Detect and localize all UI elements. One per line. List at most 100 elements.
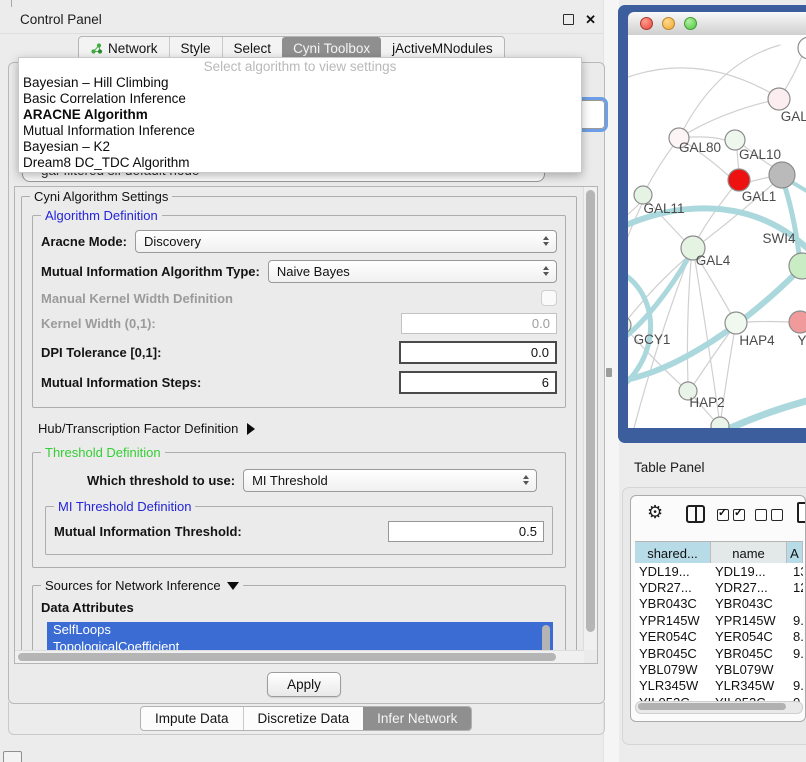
- table-cell: 9.: [787, 646, 803, 661]
- aracne-mode-combobox[interactable]: Discovery: [135, 230, 557, 253]
- column-layout-icon[interactable]: [686, 505, 705, 523]
- deselect-all-icon[interactable]: [755, 509, 783, 521]
- network-node-y[interactable]: [789, 311, 806, 333]
- select-all-icon[interactable]: [717, 509, 745, 521]
- mac-close-icon[interactable]: [640, 17, 653, 30]
- hub-definition-label: Hub/Transcription Factor Definition: [38, 421, 238, 436]
- mi-steps-input[interactable]: 6: [399, 371, 557, 394]
- network-node-label: GAL4: [696, 253, 731, 268]
- mac-zoom-icon[interactable]: [684, 17, 697, 30]
- tab-infer-network[interactable]: Infer Network: [363, 707, 471, 730]
- close-icon[interactable]: ✕: [585, 13, 596, 26]
- network-window-titlebar[interactable]: [628, 12, 806, 36]
- algorithm-option[interactable]: Bayesian – Hill Climbing: [19, 75, 581, 91]
- network-node-gal7[interactable]: [768, 88, 790, 110]
- tab-label: Style: [181, 41, 211, 56]
- network-edge[interactable]: [679, 45, 780, 138]
- table-row[interactable]: YDR27...YDR27...12: [635, 579, 803, 595]
- settings-horizontal-scrollbar-thumb[interactable]: [18, 653, 556, 661]
- manual-kernel-checkbox[interactable]: [541, 290, 557, 306]
- dpi-tolerance-label: DPI Tolerance [0,1]:: [41, 345, 161, 360]
- table-cell: YDR27...: [711, 580, 787, 595]
- which-threshold-label: Which threshold to use:: [87, 473, 235, 488]
- mi-algorithm-type-combobox[interactable]: Naive Bayes: [268, 260, 557, 283]
- table-cell: YER054C: [711, 629, 787, 644]
- network-node-label: HAP2: [689, 395, 724, 410]
- tab-impute-data[interactable]: Impute Data: [141, 707, 243, 730]
- tab-discretize-data[interactable]: Discretize Data: [243, 707, 364, 730]
- hub-definition-expander[interactable]: Hub/Transcription Factor Definition: [38, 421, 568, 436]
- table-cell: 13: [787, 564, 803, 579]
- dpi-tolerance-input[interactable]: 0.0: [399, 341, 557, 364]
- table-horizontal-scrollbar-thumb[interactable]: [638, 703, 786, 710]
- network-edge[interactable]: [628, 253, 691, 341]
- which-threshold-combobox[interactable]: MI Threshold: [243, 469, 537, 492]
- sources-title-row[interactable]: Sources for Network Inference: [41, 578, 243, 593]
- network-node-hap4[interactable]: [725, 312, 747, 334]
- network-edge[interactable]: [749, 177, 770, 182]
- mi-threshold-group-title: MI Threshold Definition: [54, 499, 195, 514]
- algorithm-option[interactable]: Bayesian – K2: [19, 139, 581, 155]
- algorithm-option[interactable]: Dream8 DC_TDC Algorithm: [19, 155, 581, 171]
- tab-label: Discretize Data: [258, 711, 350, 726]
- network-node-gal1[interactable]: [728, 169, 750, 191]
- table-row[interactable]: YBR045CYBR045C9.: [635, 645, 803, 661]
- network-canvas-svg: GAL7GAL80GAL10GAL1GAL11SWI4GAL4GCY1HAP4Y…: [628, 35, 806, 428]
- algorithm-option[interactable]: Basic Correlation Inference: [19, 91, 581, 107]
- network-edge[interactable]: [687, 260, 691, 383]
- mi-threshold-input[interactable]: 0.5: [388, 521, 544, 542]
- network-edge[interactable]: [747, 322, 789, 323]
- network-edge[interactable]: [628, 271, 798, 381]
- aracne-mode-value: Discovery: [144, 234, 201, 249]
- mi-algorithm-type-label: Mutual Information Algorithm Type:: [41, 264, 260, 279]
- network-node-label: GAL1: [742, 189, 777, 204]
- float-window-icon[interactable]: [563, 14, 574, 25]
- table-row[interactable]: YBR043CYBR043C: [635, 596, 803, 612]
- table-row[interactable]: YBL079WYBL079W: [635, 661, 803, 677]
- attribute-item[interactable]: SelfLoops: [47, 622, 553, 639]
- kernel-width-input[interactable]: 0.0: [401, 313, 557, 334]
- network-edge[interactable]: [724, 399, 806, 428]
- table-horizontal-scrollbar[interactable]: [635, 701, 803, 714]
- network-edge[interactable]: [628, 68, 769, 92]
- gear-icon[interactable]: ⚙: [647, 501, 663, 523]
- table-cell: YBR045C: [711, 646, 787, 661]
- table-row[interactable]: YDL19...YDL19...13: [635, 563, 803, 579]
- table-column-header[interactable]: shared...: [635, 542, 711, 564]
- table-column-header[interactable]: A: [787, 542, 803, 564]
- table-cell: 8.: [787, 629, 803, 644]
- settings-vertical-scrollbar[interactable]: [583, 187, 597, 650]
- network-node[interactable]: [769, 162, 795, 188]
- network-edge[interactable]: [783, 181, 800, 262]
- algorithm-option[interactable]: Mutual Information Inference: [19, 123, 581, 139]
- checked-box-icon: [717, 509, 729, 521]
- control-panel-titlebar: Control Panel ✕: [0, 5, 612, 34]
- network-node[interactable]: [711, 417, 729, 428]
- pane-divider-grip[interactable]: [606, 368, 612, 377]
- table-cell: YBR043C: [711, 596, 787, 611]
- algorithm-option[interactable]: ARACNE Algorithm: [19, 107, 581, 123]
- network-canvas[interactable]: GAL7GAL80GAL10GAL1GAL11SWI4GAL4GCY1HAP4Y…: [628, 35, 806, 428]
- unchecked-box-icon: [771, 509, 783, 521]
- control-panel-title: Control Panel: [20, 12, 102, 27]
- table-cell: YER054C: [635, 629, 711, 644]
- data-attributes-label: Data Attributes: [41, 600, 557, 615]
- network-node-label: GAL7: [781, 109, 806, 124]
- cyni-settings-title: Cyni Algorithm Settings: [30, 189, 172, 204]
- settings-vertical-scrollbar-thumb[interactable]: [586, 190, 595, 632]
- table-row[interactable]: YER054CYER054C8.: [635, 629, 803, 645]
- minimized-panel-icon[interactable]: [3, 751, 22, 762]
- tab-label: Select: [234, 41, 272, 56]
- document-icon[interactable]: [797, 502, 806, 523]
- network-node[interactable]: [798, 37, 806, 59]
- settings-horizontal-scrollbar[interactable]: [15, 650, 584, 663]
- table-row[interactable]: YPR145WYPR145W9.: [635, 612, 803, 628]
- mi-threshold-group: MI Threshold Definition Mutual Informati…: [45, 506, 553, 555]
- screenshot-stage: Control Panel ✕ Network Style Select Cyn…: [0, 0, 806, 762]
- threshold-definition-title: Threshold Definition: [41, 445, 165, 460]
- mac-minimize-icon[interactable]: [662, 17, 675, 30]
- table-row[interactable]: YLR345WYLR345W9.: [635, 678, 803, 694]
- mi-type-row: Mutual Information Algorithm Type: Naive…: [41, 260, 557, 283]
- apply-button[interactable]: Apply: [267, 672, 341, 697]
- table-column-header[interactable]: name: [711, 542, 787, 564]
